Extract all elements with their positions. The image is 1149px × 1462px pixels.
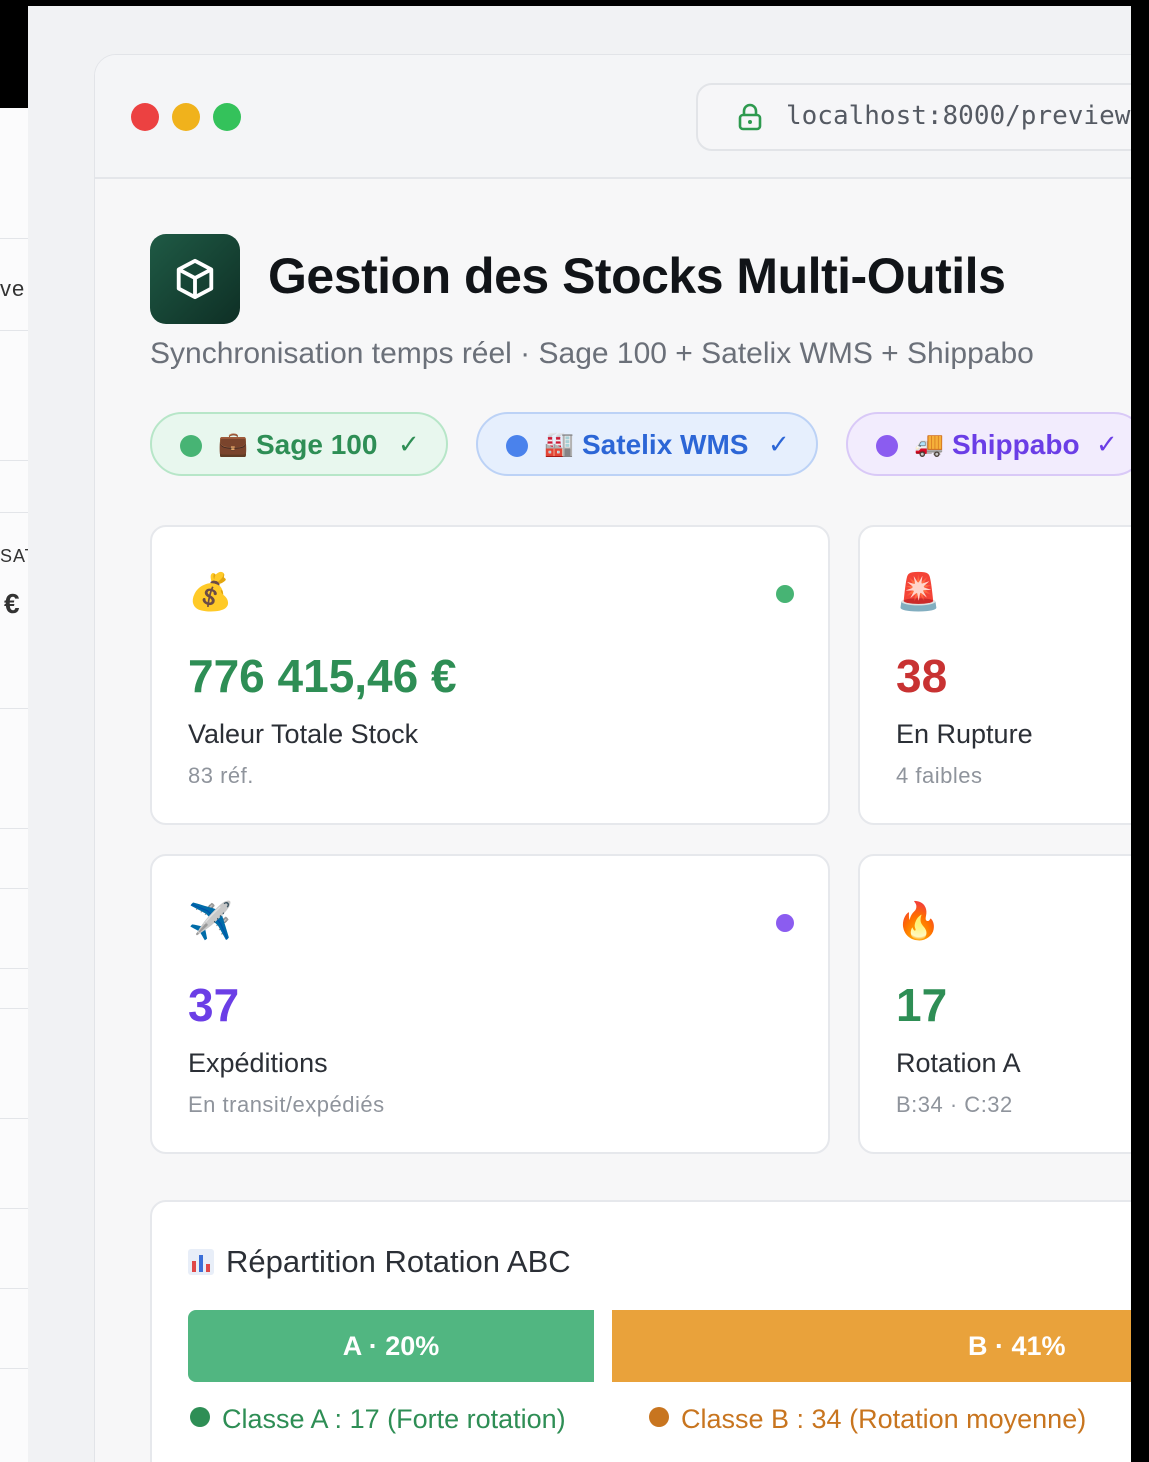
kpi-subtext: 4 faibles xyxy=(896,763,983,788)
divider xyxy=(0,1208,30,1209)
divider xyxy=(0,968,30,969)
bar-label: B · 41% xyxy=(968,1331,1066,1361)
status-dot xyxy=(180,435,202,457)
integration-label: Shippabo xyxy=(952,429,1080,460)
abc-bar-class-a[interactable]: A · 20% xyxy=(188,1310,594,1382)
money-bag-icon: 💰 xyxy=(188,571,233,612)
desktop: localhost:8000/preview Gestion des Stock… xyxy=(28,6,1131,1462)
divider xyxy=(0,330,30,331)
kpi-label: En Rupture xyxy=(896,719,1033,749)
status-dot xyxy=(776,585,794,603)
siren-icon: 🚨 xyxy=(896,571,941,612)
status-dot xyxy=(776,914,794,932)
cube-icon xyxy=(176,258,214,300)
abc-rotation-panel: Répartition Rotation ABC A · 20% B · 41%… xyxy=(150,1200,1131,1462)
briefcase-icon: 💼 xyxy=(218,431,248,458)
address-url: localhost:8000/preview xyxy=(786,101,1131,131)
kpi-card-stock-value[interactable]: 💰 776 415,46 € Valeur Totale Stock 83 ré… xyxy=(150,525,830,825)
kpi-value: 38 xyxy=(896,650,948,702)
browser-titlebar: localhost:8000/preview xyxy=(95,55,1131,179)
legend-dot xyxy=(649,1407,669,1427)
kpi-subtext: 83 réf. xyxy=(188,763,254,788)
integration-satelix-wms[interactable]: 🏭 Satelix WMS ✓ xyxy=(476,412,818,476)
kpi-label: Rotation A xyxy=(896,1048,1021,1078)
integration-shippabo[interactable]: 🚚 Shippabo ✓ xyxy=(846,412,1131,476)
minimize-window-button[interactable] xyxy=(172,103,200,131)
divider xyxy=(0,1118,30,1119)
page-subtitle: Synchronisation temps réel · Sage 100 + … xyxy=(150,337,1034,370)
check-icon: ✓ xyxy=(768,429,790,459)
check-icon: ✓ xyxy=(1096,429,1118,459)
kpi-value: 17 xyxy=(896,979,948,1031)
divider xyxy=(0,460,30,461)
kpi-card-out-of-stock[interactable]: 🚨 38 En Rupture 4 faibles xyxy=(858,525,1131,825)
divider xyxy=(0,828,30,829)
legend-label: Classe B : 34 (Rotation moyenne) xyxy=(681,1404,1087,1434)
background-text: € xyxy=(4,588,21,619)
status-dot xyxy=(506,435,528,457)
integration-label: Sage 100 xyxy=(256,429,378,460)
screen-edge xyxy=(1131,0,1149,1462)
divider xyxy=(0,1368,30,1369)
lock-icon xyxy=(738,103,762,131)
kpi-label: Valeur Totale Stock xyxy=(188,719,419,749)
section-title-text: Répartition Rotation ABC xyxy=(226,1244,571,1279)
status-dot xyxy=(876,435,898,457)
legend-class-a: Classe A : 17 (Forte rotation) xyxy=(190,1404,566,1435)
page-content: Gestion des Stocks Multi-Outils Synchron… xyxy=(95,179,1131,1462)
bar-label: A · 20% xyxy=(342,1331,440,1361)
divider xyxy=(0,708,30,709)
background-text: SAT xyxy=(0,546,30,566)
truck-icon: 🚚 xyxy=(914,431,944,458)
kpi-card-shipments[interactable]: ✈️ 37 Expéditions En transit/expédiés xyxy=(150,854,830,1154)
legend-class-b: Classe B : 34 (Rotation moyenne) xyxy=(649,1404,1086,1435)
integration-sage-100[interactable]: 💼 Sage 100 ✓ xyxy=(150,412,448,476)
kpi-subtext: En transit/expédiés xyxy=(188,1092,385,1117)
maximize-window-button[interactable] xyxy=(213,103,241,131)
divider xyxy=(0,1288,30,1289)
kpi-value: 776 415,46 € xyxy=(188,650,457,702)
divider xyxy=(0,1008,30,1009)
airplane-icon: ✈️ xyxy=(188,900,233,941)
check-icon: ✓ xyxy=(398,429,420,459)
kpi-subtext: B:34 · C:32 xyxy=(896,1092,1013,1117)
factory-icon: 🏭 xyxy=(544,431,574,458)
legend-label: Classe A : 17 (Forte rotation) xyxy=(222,1404,566,1434)
divider xyxy=(0,888,30,889)
abc-bar-class-b[interactable]: B · 41% xyxy=(612,1310,1131,1382)
page-title: Gestion des Stocks Multi-Outils xyxy=(268,248,1006,304)
bar-chart-icon xyxy=(188,1249,214,1275)
background-window: ve SAT € xyxy=(0,108,31,1462)
legend-dot xyxy=(190,1407,210,1427)
section-title: Répartition Rotation ABC xyxy=(188,1244,571,1280)
kpi-card-rotation-a[interactable]: 🔥 17 Rotation A B:34 · C:32 xyxy=(858,854,1131,1154)
divider xyxy=(0,512,30,513)
app-logo xyxy=(150,234,240,324)
address-bar[interactable]: localhost:8000/preview xyxy=(696,83,1131,151)
divider xyxy=(0,238,30,239)
browser-window: localhost:8000/preview Gestion des Stock… xyxy=(94,54,1131,1462)
kpi-value: 37 xyxy=(188,979,240,1031)
integration-label: Satelix WMS xyxy=(582,429,749,460)
background-text: ve xyxy=(0,276,26,301)
kpi-label: Expéditions xyxy=(188,1048,328,1078)
close-window-button[interactable] xyxy=(131,103,159,131)
fire-icon: 🔥 xyxy=(896,900,941,941)
